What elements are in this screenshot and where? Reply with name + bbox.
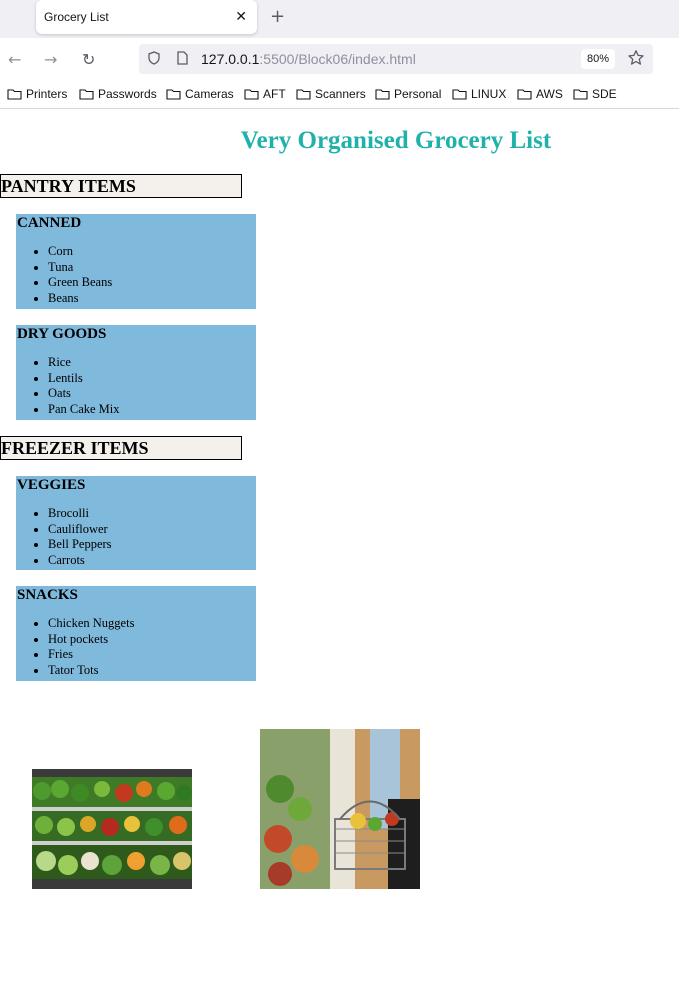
new-tab-button[interactable]: + (270, 6, 285, 27)
bookmark-passwords[interactable]: Passwords (79, 87, 157, 101)
reload-button[interactable]: ↻ (82, 50, 95, 69)
list-item: Rice (48, 355, 256, 371)
list-item: Tator Tots (48, 663, 256, 679)
list-item: Pan Cake Mix (48, 402, 256, 418)
bookmark-label: Passwords (98, 87, 157, 101)
group-title: CANNED (17, 215, 82, 231)
folder-icon (7, 89, 22, 100)
bookmarks-bar: Printers Passwords Cameras AFT Scanners … (0, 82, 679, 109)
list-item: Corn (48, 244, 256, 260)
tab-title: Grocery List (44, 10, 109, 24)
bookmark-label: LINUX (471, 87, 507, 101)
section-heading-freezer: FREEZER ITEMS (0, 436, 242, 460)
item-list: Rice Lentils Oats Pan Cake Mix (16, 355, 256, 417)
close-icon[interactable]: ✕ (235, 8, 247, 25)
navigation-toolbar: ← → ↻ 127.0.0.1:5500/Block06/index.html … (0, 38, 679, 82)
url-host: 127.0.0.1 (201, 51, 260, 67)
list-item: Lentils (48, 371, 256, 387)
page-content: Very Organised Grocery List PANTRY ITEMS… (0, 109, 679, 982)
bookmark-personal[interactable]: Personal (375, 87, 441, 101)
folder-icon (296, 89, 311, 100)
group-title: VEGGIES (17, 477, 86, 493)
list-item: Beans (48, 291, 256, 307)
star-icon[interactable] (627, 49, 645, 67)
bookmark-aft[interactable]: AFT (244, 87, 286, 101)
list-item: Chicken Nuggets (48, 616, 256, 632)
list-item: Green Beans (48, 275, 256, 291)
address-bar[interactable]: 127.0.0.1:5500/Block06/index.html 80% (139, 44, 653, 74)
group-snacks: SNACKS Chicken Nuggets Hot pockets Fries… (16, 586, 256, 681)
folder-icon (452, 89, 467, 100)
page-icon[interactable] (175, 51, 189, 65)
bookmark-cameras[interactable]: Cameras (166, 87, 234, 101)
bookmark-label: AFT (263, 87, 286, 101)
bookmark-label: Cameras (185, 87, 234, 101)
shield-icon[interactable] (147, 51, 161, 65)
url-text[interactable]: 127.0.0.1:5500/Block06/index.html (201, 51, 416, 67)
bookmark-label: Scanners (315, 87, 366, 101)
group-canned: CANNED Corn Tuna Green Beans Beans (16, 214, 256, 309)
tab-bar: Grocery List ✕ + (0, 0, 679, 38)
item-list: Brocolli Cauliflower Bell Peppers Carrot… (16, 506, 256, 568)
item-list: Chicken Nuggets Hot pockets Fries Tator … (16, 616, 256, 678)
list-item: Tuna (48, 260, 256, 276)
list-item: Oats (48, 386, 256, 402)
list-item: Fries (48, 647, 256, 663)
list-item: Carrots (48, 553, 256, 569)
bookmark-label: Printers (26, 87, 68, 101)
folder-icon (517, 89, 532, 100)
group-veggies: VEGGIES Brocolli Cauliflower Bell Pepper… (16, 476, 256, 570)
group-title: SNACKS (17, 587, 78, 603)
list-item: Hot pockets (48, 632, 256, 648)
list-item: Bell Peppers (48, 537, 256, 553)
folder-icon (573, 89, 588, 100)
section-heading-pantry: PANTRY ITEMS (0, 174, 242, 198)
bookmark-scanners[interactable]: Scanners (296, 87, 366, 101)
group-dry-goods: DRY GOODS Rice Lentils Oats Pan Cake Mix (16, 325, 256, 420)
zoom-level-button[interactable]: 80% (581, 49, 615, 69)
group-title: DRY GOODS (17, 326, 107, 342)
forward-button[interactable]: → (44, 50, 57, 69)
bookmark-aws[interactable]: AWS (517, 87, 563, 101)
bookmark-linux[interactable]: LINUX (452, 87, 506, 101)
folder-icon (166, 89, 181, 100)
list-item: Cauliflower (48, 522, 256, 538)
folder-icon (244, 89, 259, 100)
list-item: Brocolli (48, 506, 256, 522)
produce-shelves-photo (32, 769, 192, 889)
bookmark-label: SDE (592, 87, 617, 101)
folder-icon (79, 89, 94, 100)
folder-icon (375, 89, 390, 100)
shopping-basket-photo (260, 729, 420, 889)
bookmark-label: Personal (394, 87, 442, 101)
bookmark-label: AWS (536, 87, 563, 101)
bookmark-sde[interactable]: SDE (573, 87, 617, 101)
page-title: Very Organised Grocery List (240, 127, 552, 154)
back-button[interactable]: ← (8, 50, 21, 69)
bookmark-printers[interactable]: Printers (7, 87, 67, 101)
url-path: :5500/Block06/index.html (259, 51, 416, 67)
tab-grocery-list[interactable]: Grocery List ✕ (36, 0, 257, 34)
item-list: Corn Tuna Green Beans Beans (16, 244, 256, 306)
